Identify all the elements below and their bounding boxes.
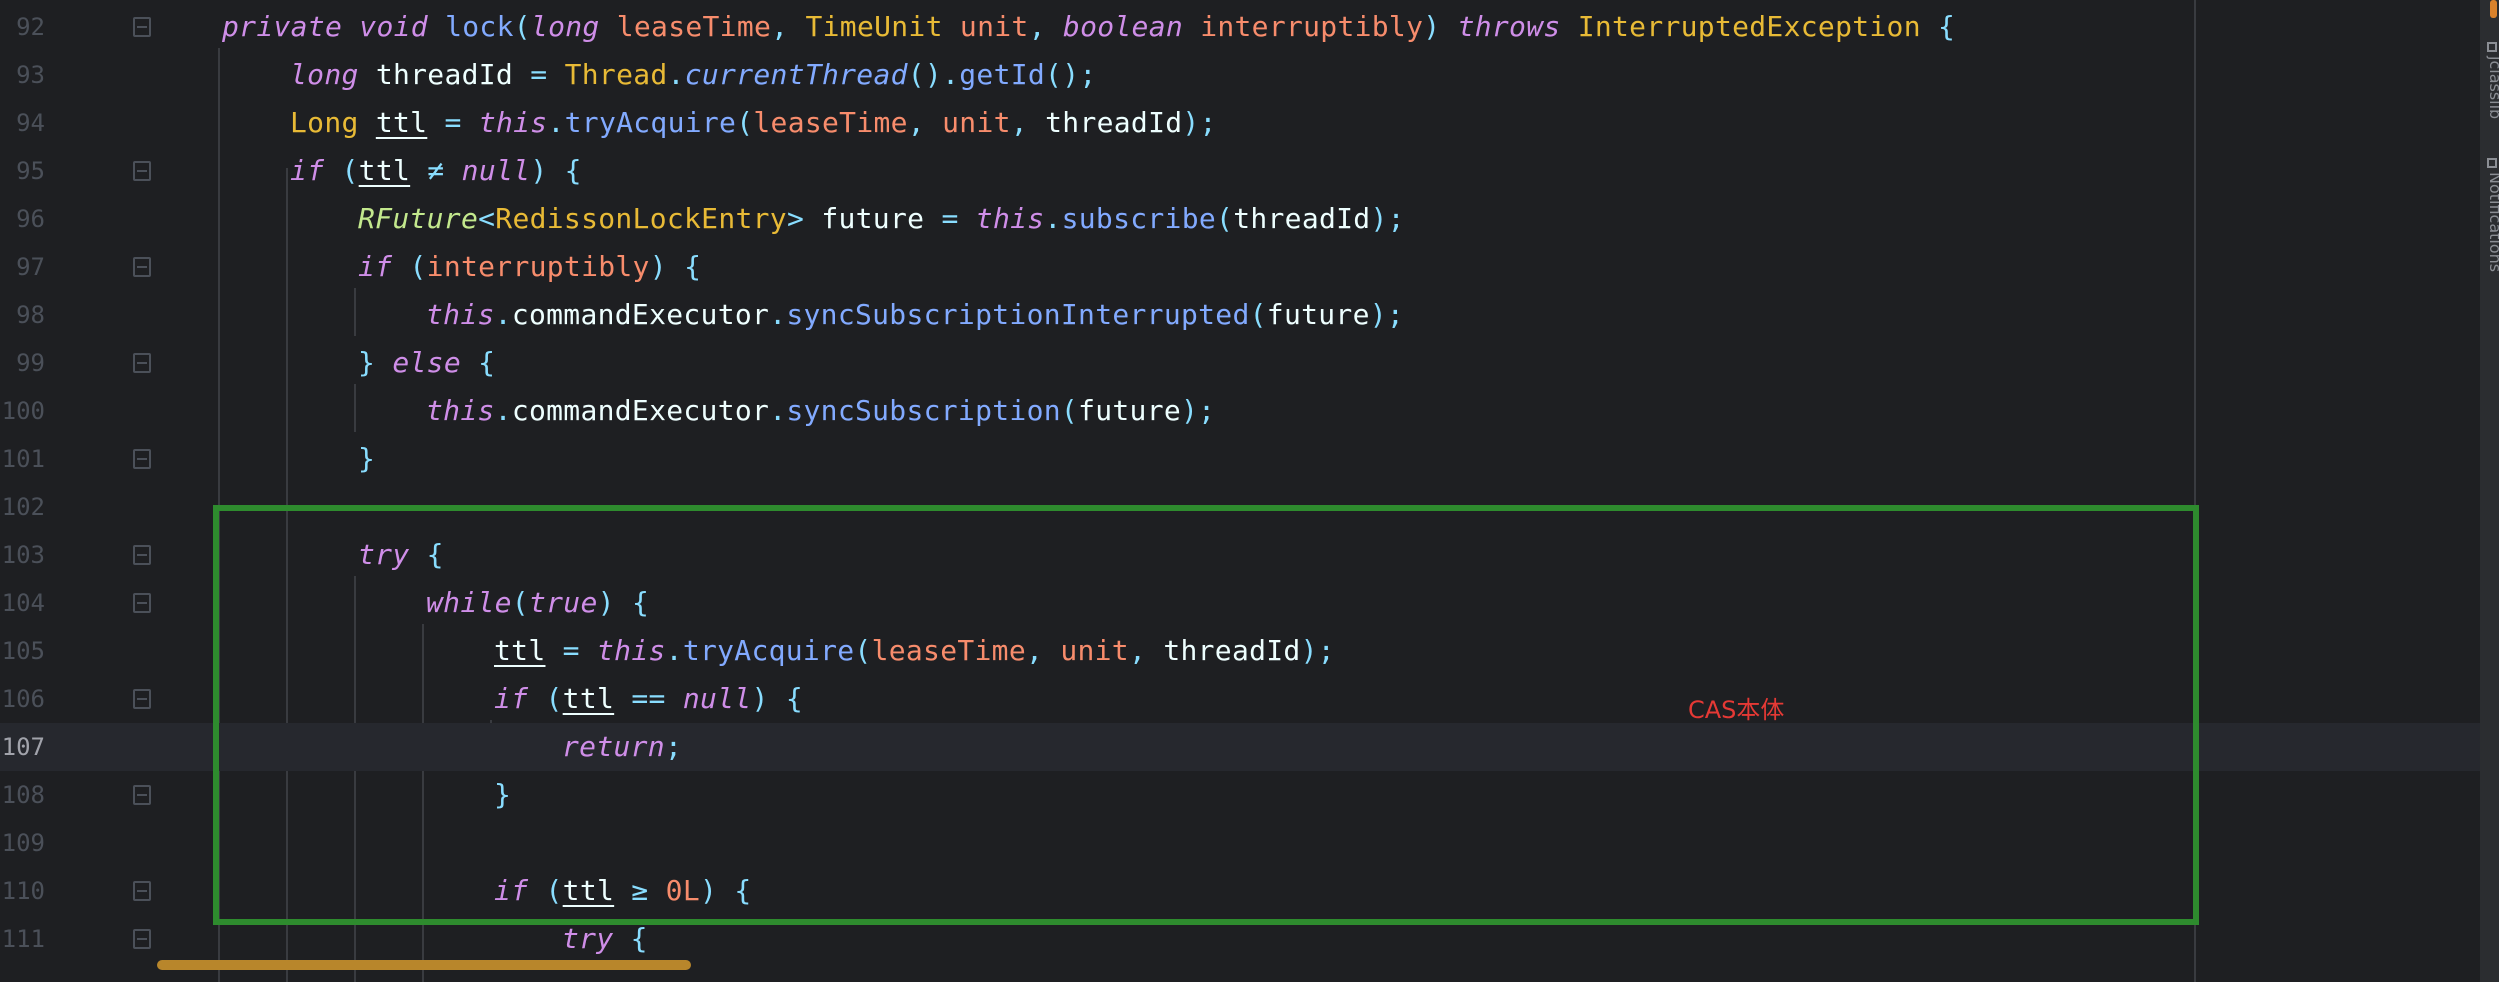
code-line[interactable]: 92 private void lock(long leaseTime, Tim…: [0, 3, 2480, 51]
code-line[interactable]: 100 this.commandExecutor.syncSubscriptio…: [0, 387, 2480, 435]
fold-marker-icon[interactable]: [133, 257, 151, 277]
code-line[interactable]: 94 Long ttl = this.tryAcquire(leaseTime,…: [0, 99, 2480, 147]
code-text: } else {: [358, 346, 496, 379]
code-line[interactable]: 101 }: [0, 435, 2480, 483]
fold-marker-icon[interactable]: [133, 881, 151, 901]
line-number: 107: [1, 733, 45, 761]
line-number: 109: [1, 829, 45, 857]
line-number: 102: [1, 493, 45, 521]
code-text: Long ttl = this.tryAcquire(leaseTime, un…: [290, 106, 1217, 139]
fold-marker-icon[interactable]: [133, 929, 151, 949]
notifications-icon: [2487, 158, 2497, 168]
code-text: long threadId = Thread.currentThread().g…: [290, 58, 1097, 91]
vertical-scrollbar[interactable]: [2490, 0, 2497, 18]
code-text: this.commandExecutor.syncSubscription(fu…: [426, 394, 1216, 427]
line-number: 93: [16, 61, 45, 89]
line-number: 99: [16, 349, 45, 377]
fold-marker-icon[interactable]: [133, 785, 151, 805]
code-text: private void lock(long leaseTime, TimeUn…: [222, 10, 1956, 43]
code-text: }: [358, 442, 376, 475]
code-editor[interactable]: 92 private void lock(long leaseTime, Tim…: [0, 0, 2480, 982]
code-line[interactable]: 95 if (ttl ≠ null) {: [0, 147, 2480, 195]
line-number: 106: [1, 685, 45, 713]
line-number: 97: [16, 253, 45, 281]
right-tool-strip: [2480, 0, 2499, 982]
line-number: 92: [16, 13, 45, 41]
code-line[interactable]: 98 this.commandExecutor.syncSubscription…: [0, 291, 2480, 339]
line-number: 96: [16, 205, 45, 233]
code-line[interactable]: 97 if (interruptibly) {: [0, 243, 2480, 291]
annotation-label: CAS本体: [1688, 696, 1785, 724]
line-number: 94: [16, 109, 45, 137]
fold-marker-icon[interactable]: [133, 161, 151, 181]
side-tab-jclasslib[interactable]: jclasslib: [2486, 56, 2499, 119]
line-number: 101: [1, 445, 45, 473]
line-number: 110: [1, 877, 45, 905]
line-number: 103: [1, 541, 45, 569]
code-line[interactable]: 93 long threadId = Thread.currentThread(…: [0, 51, 2480, 99]
line-number: 111: [1, 925, 45, 953]
line-number: 95: [16, 157, 45, 185]
code-text: RFuture<RedissonLockEntry> future = this…: [358, 202, 1405, 235]
line-number: 100: [1, 397, 45, 425]
jclasslib-icon: [2487, 42, 2497, 52]
code-text: this.commandExecutor.syncSubscriptionInt…: [426, 298, 1405, 331]
horizontal-scrollbar[interactable]: [157, 960, 691, 970]
code-text: if (ttl ≠ null) {: [290, 154, 582, 187]
side-tab-notifications[interactable]: Notifications: [2486, 172, 2499, 272]
line-number: 104: [1, 589, 45, 617]
code-line[interactable]: 96 RFuture<RedissonLockEntry> future = t…: [0, 195, 2480, 243]
fold-marker-icon[interactable]: [133, 593, 151, 613]
code-line[interactable]: 99 } else {: [0, 339, 2480, 387]
line-number: 98: [16, 301, 45, 329]
highlight-box: [213, 505, 2199, 925]
fold-marker-icon[interactable]: [133, 545, 151, 565]
fold-marker-icon[interactable]: [133, 449, 151, 469]
line-number: 108: [1, 781, 45, 809]
fold-marker-icon[interactable]: [133, 353, 151, 373]
code-text: if (interruptibly) {: [358, 250, 702, 283]
fold-marker-icon[interactable]: [133, 689, 151, 709]
fold-marker-icon[interactable]: [133, 17, 151, 37]
line-number: 105: [1, 637, 45, 665]
